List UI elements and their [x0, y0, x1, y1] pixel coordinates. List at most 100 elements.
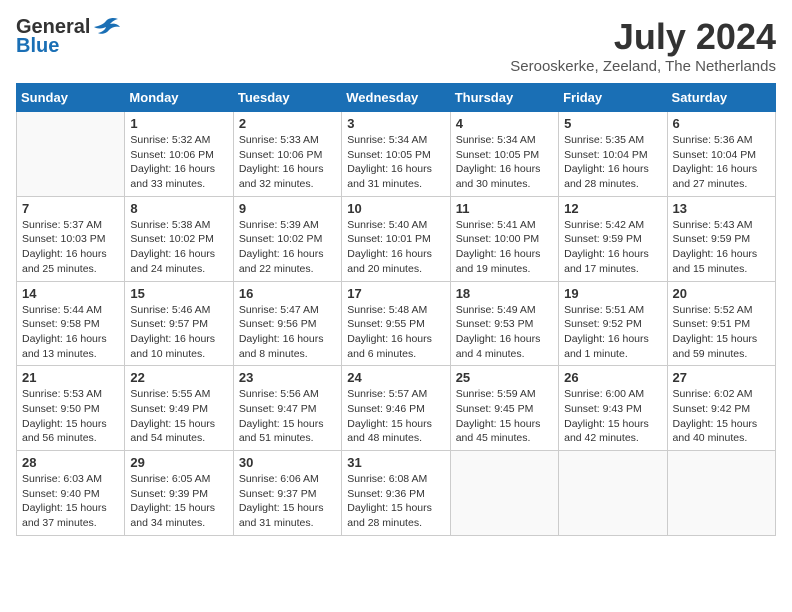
day-info: Sunrise: 6:02 AM Sunset: 9:42 PM Dayligh… — [673, 387, 770, 446]
calendar-day-cell: 2 Sunrise: 5:33 AM Sunset: 10:06 PM Dayli… — [233, 112, 341, 197]
day-number: 17 — [347, 286, 444, 301]
calendar-day-cell — [559, 451, 667, 536]
weekday-header: Tuesday — [233, 84, 341, 112]
day-number: 30 — [239, 455, 336, 470]
day-number: 18 — [456, 286, 553, 301]
calendar-header-row: SundayMondayTuesdayWednesdayThursdayFrid… — [17, 84, 776, 112]
calendar-day-cell: 6Sunrise: 5:36 AM Sunset: 10:04 PM Dayli… — [667, 112, 775, 197]
weekday-header: Wednesday — [342, 84, 450, 112]
calendar-day-cell: 26Sunrise: 6:00 AM Sunset: 9:43 PM Dayli… — [559, 366, 667, 451]
day-number: 19 — [564, 286, 661, 301]
calendar-day-cell: 15Sunrise: 5:46 AM Sunset: 9:57 PM Dayli… — [125, 281, 233, 366]
day-number: 11 — [456, 201, 553, 216]
calendar-day-cell: 11Sunrise: 5:41 AM Sunset: 10:00 PM Dayl… — [450, 196, 558, 281]
day-info: Sunrise: 5:39 AM Sunset: 10:02 PM Daylig… — [239, 218, 336, 277]
day-info: Sunrise: 5:59 AM Sunset: 9:45 PM Dayligh… — [456, 387, 553, 446]
calendar-day-cell: 21 Sunrise: 5:53 AM Sunset: 9:50 PM Dayli… — [17, 366, 125, 451]
logo-blue-text: Blue — [16, 35, 59, 58]
day-number: 26 — [564, 370, 661, 385]
day-info: Sunrise: 5:51 AM Sunset: 9:52 PM Dayligh… — [564, 303, 661, 362]
calendar-table: SundayMondayTuesdayWednesdayThursdayFrid… — [16, 83, 776, 536]
calendar-day-cell: 4 Sunrise: 5:34 AM Sunset: 10:05 PM Dayli… — [450, 112, 558, 197]
day-info: Sunrise: 5:48 AM Sunset: 9:55 PM Dayligh… — [347, 303, 444, 362]
calendar-week-row: 28 Sunrise: 6:03 AM Sunset: 9:40 PM Dayli… — [17, 451, 776, 536]
day-number: 14 — [22, 286, 119, 301]
title-block: July 2024 Serooskerke, Zeeland, The Neth… — [510, 16, 776, 75]
day-info: Sunrise: 5:44 AM Sunset: 9:58 PM Dayligh… — [22, 303, 119, 362]
day-info: Sunrise: 5:36 AM Sunset: 10:04 PM Daylig… — [673, 133, 770, 192]
calendar-day-cell: 22Sunrise: 5:55 AM Sunset: 9:49 PM Dayli… — [125, 366, 233, 451]
day-info: Sunrise: 6:05 AM Sunset: 9:39 PM Dayligh… — [130, 472, 227, 531]
day-info: Sunrise: 6:03 AM Sunset: 9:40 PM Dayligh… — [22, 472, 119, 531]
calendar-day-cell: 12Sunrise: 5:42 AM Sunset: 9:59 PM Dayli… — [559, 196, 667, 281]
day-info: Sunrise: 5:53 AM Sunset: 9:50 PM Dayligh… — [22, 387, 119, 446]
weekday-header: Saturday — [667, 84, 775, 112]
logo-block: General Blue — [16, 16, 120, 58]
calendar-day-cell: 20Sunrise: 5:52 AM Sunset: 9:51 PM Dayli… — [667, 281, 775, 366]
day-number: 9 — [239, 201, 336, 216]
calendar-day-cell: 27 Sunrise: 6:02 AM Sunset: 9:42 PM Dayli… — [667, 366, 775, 451]
calendar-day-cell: 31 Sunrise: 6:08 AM Sunset: 9:36 PM Dayli… — [342, 451, 450, 536]
day-info: Sunrise: 5:49 AM Sunset: 9:53 PM Dayligh… — [456, 303, 553, 362]
day-number: 23 — [239, 370, 336, 385]
day-info: Sunrise: 6:08 AM Sunset: 9:36 PM Dayligh… — [347, 472, 444, 531]
day-number: 8 — [130, 201, 227, 216]
calendar-day-cell: 5 Sunrise: 5:35 AM Sunset: 10:04 PM Dayli… — [559, 112, 667, 197]
calendar-day-cell — [667, 451, 775, 536]
day-number: 24 — [347, 370, 444, 385]
day-number: 28 — [22, 455, 119, 470]
day-number: 16 — [239, 286, 336, 301]
calendar-day-cell: 16 Sunrise: 5:47 AM Sunset: 9:56 PM Dayli… — [233, 281, 341, 366]
day-number: 21 — [22, 370, 119, 385]
day-info: Sunrise: 5:52 AM Sunset: 9:51 PM Dayligh… — [673, 303, 770, 362]
logo-bird-icon — [92, 17, 120, 39]
day-number: 3 — [347, 116, 444, 131]
day-number: 7 — [22, 201, 119, 216]
calendar-day-cell: 7 Sunrise: 5:37 AM Sunset: 10:03 PM Dayli… — [17, 196, 125, 281]
weekday-header: Thursday — [450, 84, 558, 112]
day-number: 25 — [456, 370, 553, 385]
calendar-day-cell: 8Sunrise: 5:38 AM Sunset: 10:02 PM Dayli… — [125, 196, 233, 281]
day-info: Sunrise: 5:43 AM Sunset: 9:59 PM Dayligh… — [673, 218, 770, 277]
calendar-day-cell — [450, 451, 558, 536]
page-header: General Blue July 2024 Serooskerke, Zeel… — [16, 16, 776, 75]
day-info: Sunrise: 5:35 AM Sunset: 10:04 PM Daylig… — [564, 133, 661, 192]
calendar-day-cell: 25 Sunrise: 5:59 AM Sunset: 9:45 PM Dayli… — [450, 366, 558, 451]
day-info: Sunrise: 5:42 AM Sunset: 9:59 PM Dayligh… — [564, 218, 661, 277]
month-year-title: July 2024 — [510, 16, 776, 58]
day-info: Sunrise: 5:32 AM Sunset: 10:06 PM Daylig… — [130, 133, 227, 192]
calendar-week-row: 1Sunrise: 5:32 AM Sunset: 10:06 PM Dayli… — [17, 112, 776, 197]
calendar-day-cell: 19 Sunrise: 5:51 AM Sunset: 9:52 PM Dayli… — [559, 281, 667, 366]
day-number: 31 — [347, 455, 444, 470]
calendar-day-cell: 28 Sunrise: 6:03 AM Sunset: 9:40 PM Dayli… — [17, 451, 125, 536]
day-info: Sunrise: 5:34 AM Sunset: 10:05 PM Daylig… — [347, 133, 444, 192]
calendar-day-cell: 30Sunrise: 6:06 AM Sunset: 9:37 PM Dayli… — [233, 451, 341, 536]
location-subtitle: Serooskerke, Zeeland, The Netherlands — [510, 58, 776, 75]
day-info: Sunrise: 5:37 AM Sunset: 10:03 PM Daylig… — [22, 218, 119, 277]
day-number: 10 — [347, 201, 444, 216]
calendar-day-cell: 9 Sunrise: 5:39 AM Sunset: 10:02 PM Dayli… — [233, 196, 341, 281]
calendar-day-cell: 18 Sunrise: 5:49 AM Sunset: 9:53 PM Dayli… — [450, 281, 558, 366]
calendar-week-row: 7 Sunrise: 5:37 AM Sunset: 10:03 PM Dayli… — [17, 196, 776, 281]
day-info: Sunrise: 5:47 AM Sunset: 9:56 PM Dayligh… — [239, 303, 336, 362]
day-number: 4 — [456, 116, 553, 131]
day-info: Sunrise: 5:57 AM Sunset: 9:46 PM Dayligh… — [347, 387, 444, 446]
day-number: 2 — [239, 116, 336, 131]
day-info: Sunrise: 5:56 AM Sunset: 9:47 PM Dayligh… — [239, 387, 336, 446]
day-info: Sunrise: 5:55 AM Sunset: 9:49 PM Dayligh… — [130, 387, 227, 446]
calendar-day-cell: 3 Sunrise: 5:34 AM Sunset: 10:05 PM Dayli… — [342, 112, 450, 197]
weekday-header: Sunday — [17, 84, 125, 112]
calendar-day-cell: 10 Sunrise: 5:40 AM Sunset: 10:01 PM Dayl… — [342, 196, 450, 281]
calendar-day-cell — [17, 112, 125, 197]
day-info: Sunrise: 5:33 AM Sunset: 10:06 PM Daylig… — [239, 133, 336, 192]
calendar-day-cell: 1Sunrise: 5:32 AM Sunset: 10:06 PM Dayli… — [125, 112, 233, 197]
calendar-day-cell: 24 Sunrise: 5:57 AM Sunset: 9:46 PM Dayli… — [342, 366, 450, 451]
day-number: 27 — [673, 370, 770, 385]
day-number: 15 — [130, 286, 227, 301]
day-info: Sunrise: 5:34 AM Sunset: 10:05 PM Daylig… — [456, 133, 553, 192]
day-number: 13 — [673, 201, 770, 216]
calendar-week-row: 14 Sunrise: 5:44 AM Sunset: 9:58 PM Dayli… — [17, 281, 776, 366]
day-number: 5 — [564, 116, 661, 131]
calendar-day-cell: 13 Sunrise: 5:43 AM Sunset: 9:59 PM Dayli… — [667, 196, 775, 281]
day-info: Sunrise: 5:40 AM Sunset: 10:01 PM Daylig… — [347, 218, 444, 277]
